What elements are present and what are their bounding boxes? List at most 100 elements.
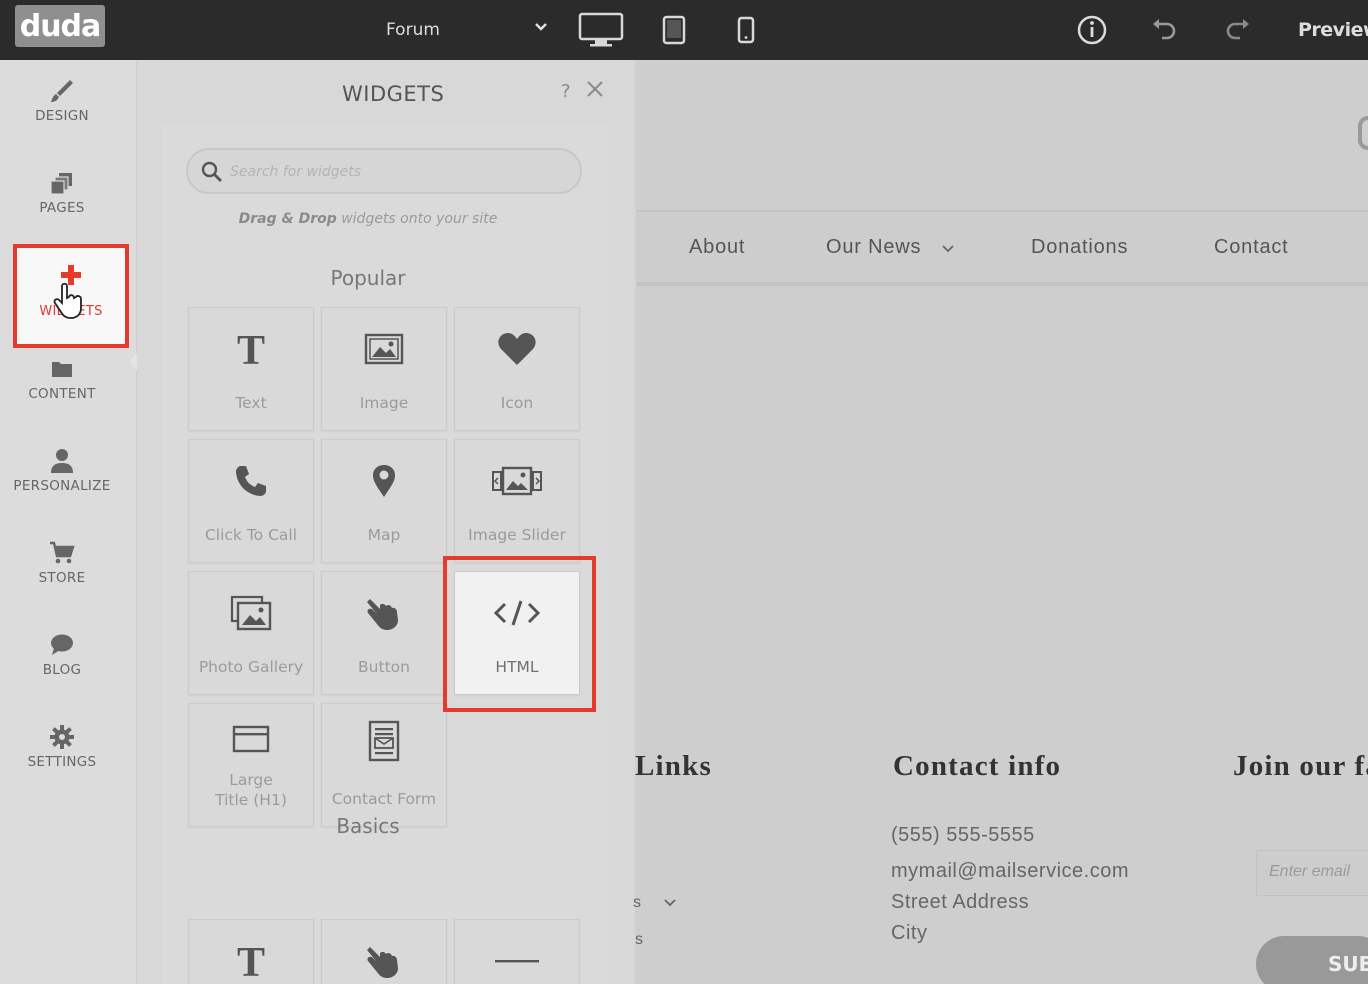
contact-form-icon bbox=[322, 718, 446, 764]
footer-street: Street Address bbox=[891, 891, 1030, 913]
redo-icon[interactable] bbox=[1218, 0, 1258, 60]
nav-blog-label: BLOG bbox=[42, 662, 82, 678]
widget-tile-map[interactable]: Map bbox=[321, 439, 447, 563]
mobile-view-icon[interactable] bbox=[726, 0, 766, 60]
footer-links-heading: Links bbox=[635, 750, 712, 782]
hint-text: widgets onto your site bbox=[336, 211, 498, 227]
nav-personalize-label: PERSONALIZE bbox=[13, 478, 111, 494]
widget-tile-html[interactable]: HTML bbox=[454, 571, 580, 695]
nav-store-label: STORE bbox=[38, 570, 86, 586]
widget-label: Image bbox=[359, 394, 409, 412]
widget-label: Large Title (H1) bbox=[189, 770, 313, 810]
map-pin-icon bbox=[322, 458, 446, 504]
search-icon bbox=[200, 160, 224, 188]
nav-pages-label: PAGES bbox=[39, 200, 85, 216]
site-nav-about[interactable]: About bbox=[689, 236, 745, 259]
footer-phone[interactable]: (555) 555-5555 bbox=[891, 824, 1035, 847]
page-selector-label: Forum bbox=[386, 20, 440, 40]
site-nav-contact[interactable]: Contact bbox=[1214, 236, 1289, 259]
widget-label: Contact Form bbox=[331, 790, 437, 808]
widget-label: Icon bbox=[500, 394, 534, 412]
widget-tile-photo-gallery[interactable]: Photo Gallery bbox=[188, 571, 314, 695]
footer-link-partial-2[interactable]: s bbox=[635, 931, 644, 949]
svg-text:T: T bbox=[237, 940, 265, 982]
widget-label-line1: Large bbox=[229, 771, 273, 789]
widget-tile-button[interactable]: Button bbox=[321, 571, 447, 695]
footer-link-partial[interactable]: s bbox=[633, 894, 677, 912]
text-icon: T bbox=[189, 326, 313, 372]
cart-icon bbox=[0, 536, 124, 570]
nav-pages[interactable]: PAGES bbox=[0, 166, 124, 216]
widget-tile-icon[interactable]: Icon bbox=[454, 307, 580, 431]
nav-settings[interactable]: SETTINGS bbox=[0, 720, 124, 770]
hint-bold: Drag & Drop bbox=[238, 211, 337, 227]
site-preview-canvas[interactable]: About Our News Donations Contact Links C… bbox=[633, 60, 1368, 984]
top-toolbar: duda Forum Preview bbox=[0, 0, 1368, 60]
widget-tile-click-to-call[interactable]: Click To Call bbox=[188, 439, 314, 563]
footer-contact-heading: Contact info bbox=[893, 750, 1062, 782]
widget-tile-text[interactable]: T Text bbox=[188, 307, 314, 431]
title-box-icon bbox=[189, 716, 313, 762]
widget-label: Click To Call bbox=[204, 526, 298, 544]
nav-store[interactable]: STORE bbox=[0, 536, 124, 586]
help-button[interactable]: ? bbox=[561, 81, 571, 102]
pointer-hand-icon bbox=[322, 590, 446, 636]
tablet-view-icon[interactable] bbox=[654, 0, 694, 60]
widget-tile-image-slider[interactable]: Image Slider bbox=[454, 439, 580, 563]
nav-content-label: CONTENT bbox=[28, 386, 96, 402]
widget-label: Button bbox=[358, 658, 410, 676]
nav-design[interactable]: DESIGN bbox=[0, 74, 124, 124]
nav-content[interactable]: CONTENT bbox=[0, 352, 124, 402]
basics-section-title: Basics bbox=[336, 814, 400, 838]
widget-label-line2: Title (H1) bbox=[215, 791, 287, 809]
widget-tile-basic-divider[interactable] bbox=[454, 919, 580, 984]
nav-personalize[interactable]: PERSONALIZE bbox=[0, 444, 124, 494]
widget-label: Map bbox=[367, 526, 401, 544]
code-icon bbox=[455, 590, 579, 636]
site-nav-our-news-label: Our News bbox=[826, 236, 922, 258]
chevron-down-icon bbox=[664, 894, 677, 911]
newsletter-email-field[interactable] bbox=[1256, 850, 1368, 896]
desktop-view-icon[interactable] bbox=[578, 0, 624, 60]
widget-label: Image Slider bbox=[468, 526, 566, 544]
chevron-down-icon bbox=[534, 20, 548, 36]
nav-blog[interactable]: BLOG bbox=[0, 628, 124, 678]
widget-tile-contact-form[interactable]: Contact Form bbox=[321, 703, 447, 827]
divider-icon bbox=[455, 938, 579, 984]
folder-icon bbox=[0, 352, 124, 386]
photo-gallery-icon bbox=[189, 590, 313, 636]
footer-link-partial-text: s bbox=[633, 894, 642, 911]
nav-design-label: DESIGN bbox=[35, 108, 89, 124]
email-input[interactable] bbox=[1269, 863, 1368, 881]
person-icon bbox=[0, 444, 124, 478]
info-icon[interactable] bbox=[1072, 0, 1112, 60]
footer-email[interactable]: mymail@mailservice.com bbox=[891, 860, 1129, 883]
site-navigation: About Our News Donations Contact bbox=[637, 210, 1368, 286]
brush-icon bbox=[0, 74, 124, 108]
map-pin-icon bbox=[1358, 116, 1368, 150]
hand-cursor-icon bbox=[53, 282, 83, 324]
widgets-panel: WIDGETS ? Drag & Drop widgets onto your … bbox=[137, 60, 635, 984]
widget-label: Text bbox=[235, 394, 267, 412]
preview-button[interactable]: Preview bbox=[1298, 0, 1368, 60]
widget-tile-basic-button[interactable] bbox=[321, 919, 447, 984]
footer-join-heading: Join our fa bbox=[1233, 750, 1368, 782]
widget-tile-large-title[interactable]: Large Title (H1) bbox=[188, 703, 314, 827]
site-nav-our-news[interactable]: Our News bbox=[826, 236, 954, 259]
left-navigation: DESIGN PAGES WIDGETS CONTENT PERSONALIZE bbox=[0, 60, 138, 984]
svg-text:T: T bbox=[237, 328, 265, 370]
close-icon[interactable] bbox=[586, 78, 604, 104]
nav-widgets[interactable]: WIDGETS bbox=[13, 244, 129, 348]
widget-tile-image[interactable]: Image bbox=[321, 307, 447, 431]
search-input[interactable] bbox=[230, 160, 570, 184]
undo-icon[interactable] bbox=[1144, 0, 1184, 60]
popular-section-title: Popular bbox=[330, 266, 406, 290]
duda-logo[interactable]: duda bbox=[15, 5, 105, 47]
image-slider-icon bbox=[455, 458, 579, 504]
widget-tile-basic-text[interactable]: T bbox=[188, 919, 314, 984]
site-nav-donations[interactable]: Donations bbox=[1031, 236, 1128, 259]
widgets-list: Drag & Drop widgets onto your site Popul… bbox=[162, 124, 608, 984]
widget-search[interactable] bbox=[186, 148, 582, 194]
page-selector[interactable]: Forum bbox=[386, 0, 556, 60]
subscribe-button[interactable]: SUB bbox=[1256, 936, 1368, 984]
